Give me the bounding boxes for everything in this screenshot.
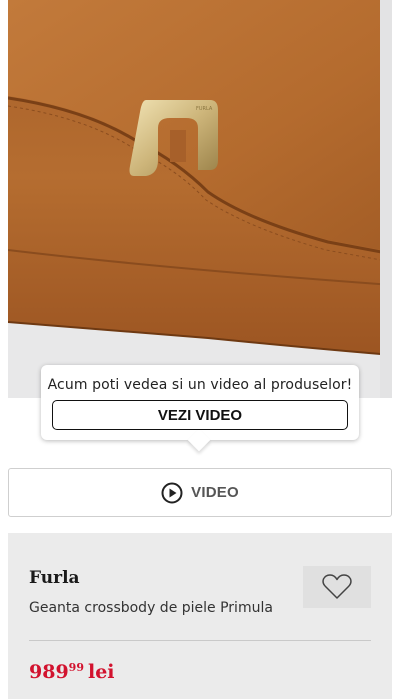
brand-name[interactable]: Furla: [29, 568, 80, 588]
product-info-card: Furla Geanta crossbody de piele Primula …: [8, 533, 392, 699]
vezi-video-button[interactable]: VEZI VIDEO: [52, 400, 348, 430]
video-button[interactable]: VIDEO: [8, 468, 392, 517]
heart-icon: [322, 574, 352, 599]
price-decimals: 99: [68, 661, 84, 674]
product-image[interactable]: FURLA: [8, 0, 392, 398]
divider: [29, 640, 371, 641]
price-currency: lei: [87, 661, 115, 683]
video-tooltip: Acum poti vedea si un video al produselo…: [41, 365, 359, 452]
svg-text:FURLA: FURLA: [196, 106, 213, 112]
tooltip-arrow: [187, 428, 211, 452]
play-circle-icon: [161, 482, 183, 504]
product-name: Geanta crossbody de piele Primula: [29, 600, 273, 616]
tooltip-message: Acum poti vedea si un video al produselo…: [47, 377, 353, 393]
handbag-photo: FURLA: [8, 0, 392, 398]
video-button-label: VIDEO: [191, 484, 239, 501]
wishlist-button[interactable]: [303, 566, 371, 608]
product-price: 98999 lei: [29, 661, 115, 683]
price-integer: 989: [29, 661, 69, 683]
